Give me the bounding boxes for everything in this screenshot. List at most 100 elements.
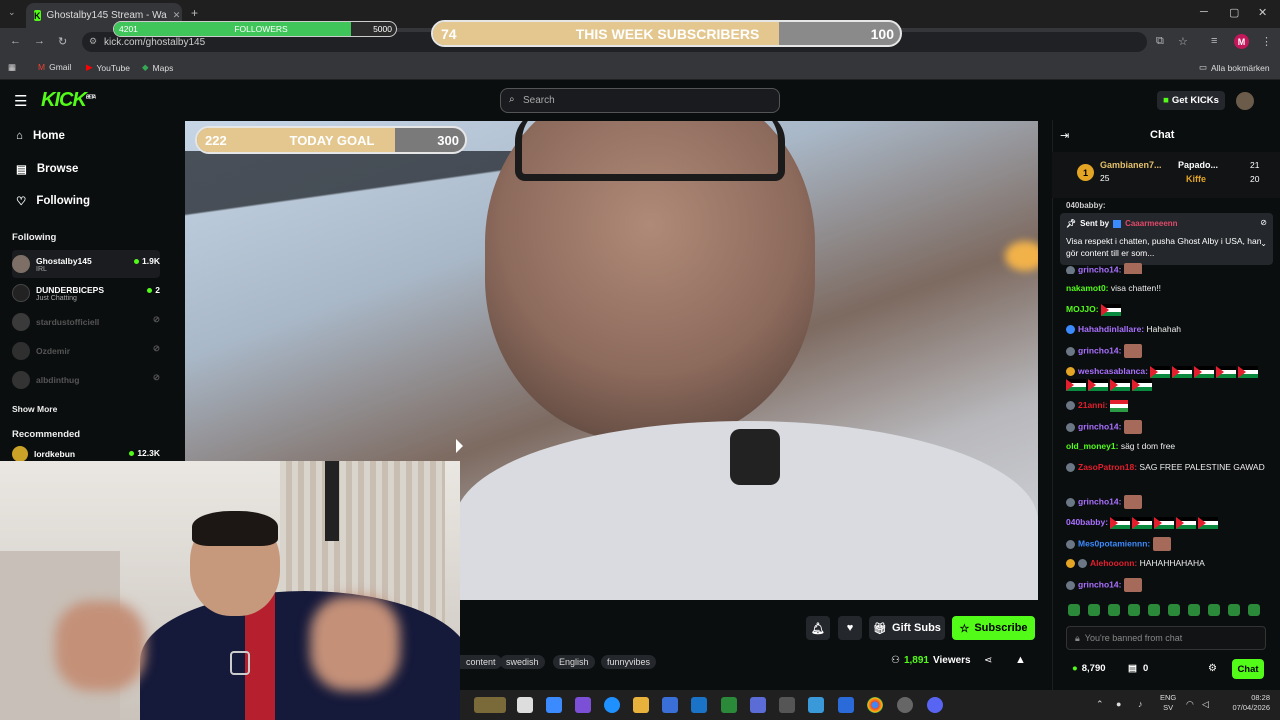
chat-message: ZasoPatron18: SAG FREE PALESTINE GAWAD <box>1066 461 1266 474</box>
tab-list-icon[interactable]: ⌄ <box>8 7 16 18</box>
microphone-icon[interactable]: ♪ <box>1138 699 1143 709</box>
edge-icon[interactable] <box>604 697 620 713</box>
obs-icon[interactable] <box>897 697 913 713</box>
tag-funnyvibes[interactable]: funnyvibes <box>601 655 657 669</box>
emote-icon[interactable] <box>1208 604 1220 616</box>
emote-icon[interactable] <box>1128 604 1140 616</box>
leader-name[interactable]: Gambianen7... <box>1100 160 1162 170</box>
tag-content[interactable]: content <box>460 655 502 669</box>
get-kicks-button[interactable]: ■ Get KICKs <box>1157 91 1225 110</box>
tray-expand-icon[interactable]: ⌃ <box>1096 699 1104 710</box>
translate-icon[interactable]: ⧉ <box>1156 35 1164 48</box>
reload-icon[interactable]: ↻ <box>58 35 67 48</box>
volume-icon[interactable]: ◁ <box>1202 699 1209 710</box>
kurdistan-flag-icon <box>1110 399 1129 412</box>
palestine-flag-icon <box>1132 378 1152 391</box>
site-info-icon[interactable]: ⚙ <box>89 36 97 47</box>
emote-icon[interactable] <box>1168 604 1180 616</box>
sidebar-channel-dunderbiceps[interactable]: DUNDERBICEPS Just Chatting 2 <box>12 279 160 307</box>
maximize-icon[interactable]: ▢ <box>1229 6 1239 19</box>
all-bookmarks[interactable]: ▭ Alla bokmärken <box>1199 62 1270 73</box>
profile-avatar[interactable]: M <box>1234 34 1249 49</box>
tag-swedish[interactable]: swedish <box>500 655 545 669</box>
settings-app-icon[interactable] <box>838 697 854 713</box>
avatar <box>12 342 30 360</box>
webcam-overlay <box>0 461 460 720</box>
tray-app-icon[interactable]: ● <box>1116 699 1121 709</box>
nav-browse[interactable]: ▤ Browse <box>16 162 78 176</box>
emote-icon[interactable] <box>1188 604 1200 616</box>
sidebar-channel-albdinthug[interactable]: albdinthug ⊘ <box>12 366 160 394</box>
bookmark-star-icon[interactable]: ☆ <box>1178 35 1188 48</box>
bell-icon: 🔔︎ <box>811 622 825 635</box>
back-icon[interactable]: ← <box>10 35 21 47</box>
copilot-app-icon[interactable] <box>750 697 766 713</box>
sidebar-channel-ozdemir[interactable]: Ozdemir ⊘ <box>12 337 160 365</box>
report-icon[interactable]: ▲ <box>1015 654 1026 666</box>
unpin-icon[interactable]: ⊘ <box>1260 218 1267 227</box>
bookmark-gmail[interactable]: M Gmail <box>38 62 71 72</box>
share-icon[interactable]: ⋖ <box>984 655 992 666</box>
bookmark-maps[interactable]: ◆ Maps <box>142 62 173 73</box>
pinned-message[interactable]: 📌︎ Sent by Caaarmeeenn ⊘ Visa respekt i … <box>1060 213 1273 265</box>
nav-home[interactable]: ⌂ Home <box>16 130 65 142</box>
kicks-balance[interactable]: ● 8,790 <box>1072 663 1106 674</box>
discord-icon[interactable] <box>927 697 943 713</box>
sidebar-channel-ghostalby145[interactable]: Ghostalby145 IRL 1.9K <box>12 250 160 278</box>
vpn-icon[interactable] <box>721 697 737 713</box>
search-input[interactable]: ⌕ Search <box>500 88 780 113</box>
emote-icon[interactable] <box>1228 604 1240 616</box>
subscribe-button[interactable]: ☆ Subscribe <box>952 616 1035 640</box>
sidebar-channel-stardustofficiell[interactable]: stardustofficiell ⊘ <box>12 308 160 336</box>
expand-icon[interactable]: ⌄ <box>1260 239 1267 248</box>
store-icon[interactable] <box>662 697 678 713</box>
close-tab-icon[interactable]: ✕ <box>173 10 181 21</box>
third-name[interactable]: Kiffe <box>1186 174 1206 184</box>
new-tab-icon[interactable]: + <box>191 6 198 20</box>
chat-send-button[interactable]: Chat <box>1232 659 1264 679</box>
nav-following[interactable]: ♡ Following <box>16 194 90 208</box>
chat-message: nakamot0: visa chatten!! <box>1066 283 1161 293</box>
emote-icon[interactable] <box>1148 604 1160 616</box>
copilot-icon[interactable] <box>546 697 562 713</box>
avatar <box>12 371 30 389</box>
wifi-icon[interactable]: ◠ <box>1186 699 1194 710</box>
emote-icon[interactable] <box>1248 604 1260 616</box>
browser-menu-icon[interactable]: ⋮ <box>1261 35 1272 48</box>
photos-icon[interactable] <box>808 697 824 713</box>
hamburger-menu-icon[interactable]: ☰ <box>14 92 27 110</box>
chat-settings-icon[interactable]: ⚙ <box>1208 663 1217 674</box>
emote-icon[interactable] <box>1088 604 1100 616</box>
emote-icon[interactable] <box>1108 604 1120 616</box>
second-name[interactable]: Papado... <box>1178 160 1218 170</box>
tag-english[interactable]: English <box>553 655 595 669</box>
teams-icon[interactable] <box>575 697 591 713</box>
outlook-icon[interactable] <box>691 697 707 713</box>
emote-icon[interactable] <box>1068 604 1080 616</box>
chat-message: grincho14: <box>1066 263 1266 274</box>
minimize-icon[interactable]: ─ <box>1200 6 1208 18</box>
language-indicator[interactable]: ENG SV <box>1160 693 1176 713</box>
search-taskbar-icon[interactable] <box>517 697 533 713</box>
apps-grid-icon[interactable]: ▦ <box>8 62 16 73</box>
collapse-chat-icon[interactable]: ⇥ <box>1060 129 1069 142</box>
palestine-flag-icon <box>1154 516 1175 529</box>
chrome-icon[interactable] <box>867 697 883 713</box>
window-close-icon[interactable]: ✕ <box>1258 6 1267 19</box>
chat-input-banned: 🔒︎ You're banned from chat <box>1066 626 1266 650</box>
clock[interactable]: 08:28 07/04/2026 <box>1225 693 1270 713</box>
file-explorer-icon[interactable] <box>633 697 649 713</box>
extensions-icon[interactable]: ≡ <box>1211 35 1217 47</box>
user-avatar[interactable] <box>1236 92 1254 110</box>
follow-heart-button[interactable]: ♥ <box>838 616 862 640</box>
gift-subs-button[interactable]: 🎁︎ Gift Subs <box>869 616 945 640</box>
show-more-link[interactable]: Show More <box>12 404 57 414</box>
forward-icon[interactable]: → <box>34 35 45 47</box>
gift-counter[interactable]: ▤ 0 <box>1128 663 1148 674</box>
bookmark-youtube[interactable]: ▶ YouTube <box>86 62 130 73</box>
weather-widget-icon[interactable] <box>474 697 506 713</box>
kick-logo[interactable]: KICKBETA <box>41 89 96 112</box>
app-icon[interactable] <box>779 697 795 713</box>
badge-icon <box>1066 422 1075 432</box>
notification-bell-button[interactable]: 🔔︎ <box>806 616 830 640</box>
